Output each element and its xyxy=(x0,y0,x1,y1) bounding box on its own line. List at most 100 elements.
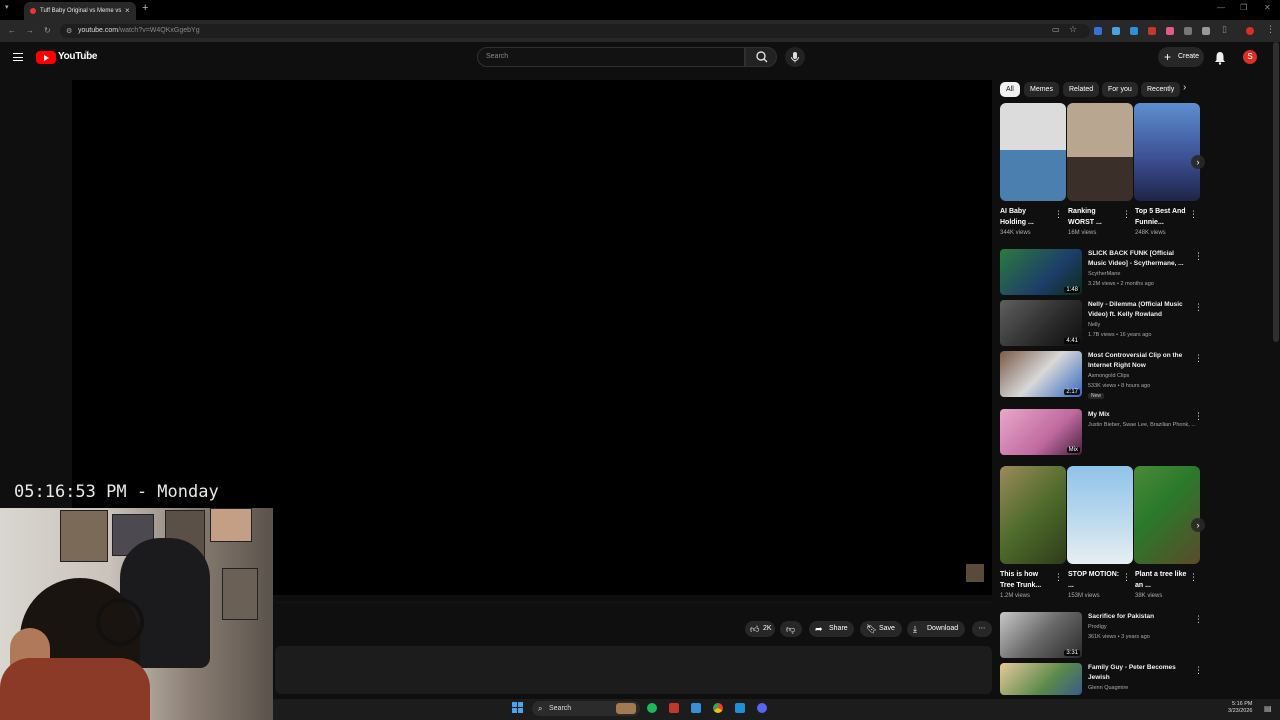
chip-recently[interactable]: Recently xyxy=(1141,82,1180,97)
forward-icon[interactable]: → xyxy=(26,26,34,35)
site-info-icon[interactable]: ⚙ xyxy=(66,27,72,35)
minimize-icon[interactable]: — xyxy=(1217,3,1225,12)
chrome-icon[interactable] xyxy=(713,703,723,713)
youtube-logo-text[interactable]: YouTube xyxy=(58,51,98,62)
shorts-next-icon[interactable]: › xyxy=(1191,518,1205,532)
short-title[interactable]: Top 5 Best And Funnie... xyxy=(1135,206,1189,228)
taskbar-search[interactable]: ⌕ Search xyxy=(532,701,640,716)
video-menu-icon[interactable]: ⋮ xyxy=(1194,302,1203,313)
notification-center-icon[interactable]: ▤ xyxy=(1264,704,1272,713)
reload-icon[interactable]: ↻ xyxy=(44,26,51,35)
video-menu-icon[interactable]: ⋮ xyxy=(1194,353,1203,364)
bookmark-star-icon[interactable]: ☆ xyxy=(1069,24,1077,35)
browser-menu-icon[interactable]: ⋮ xyxy=(1266,24,1275,35)
video-channel[interactable]: Glenn Quagmire xyxy=(1088,685,1128,691)
account-avatar[interactable]: S xyxy=(1243,50,1257,64)
short-thumbnail[interactable] xyxy=(1000,103,1066,201)
url-text[interactable]: youtube.com/watch?v=W4QKxGgebYg xyxy=(78,24,200,38)
short-title[interactable]: Ranking WORST ... xyxy=(1068,206,1122,228)
short-menu-icon[interactable]: ⋮ xyxy=(1122,572,1131,583)
short-menu-icon[interactable]: ⋮ xyxy=(1054,572,1063,583)
video-thumbnail[interactable]: Mix xyxy=(1000,409,1082,455)
search-button[interactable] xyxy=(745,47,777,67)
dislike-button[interactable]: 👎︎ xyxy=(780,621,802,637)
search-input[interactable]: Search xyxy=(477,47,745,67)
tab-search-icon[interactable]: ▾ xyxy=(5,3,9,11)
short-thumbnail[interactable] xyxy=(1067,103,1133,201)
extension-icon[interactable] xyxy=(1166,27,1174,35)
video-thumbnail[interactable]: 1:48 xyxy=(1000,249,1082,295)
more-actions-button[interactable]: ⋯ xyxy=(972,621,992,637)
short-title[interactable]: AI Baby Holding ... xyxy=(1000,206,1054,228)
chip-memes[interactable]: Memes xyxy=(1024,82,1059,97)
short-thumbnail[interactable] xyxy=(1000,466,1066,564)
menu-icon[interactable] xyxy=(13,53,23,64)
spotify-icon[interactable] xyxy=(647,703,657,713)
sidebar-icon[interactable]: ▯ xyxy=(1222,24,1227,35)
video-thumbnail[interactable] xyxy=(1000,663,1082,695)
video-title[interactable]: SLICK BACK FUNK [Official Music Video] -… xyxy=(1088,249,1188,269)
channel-watermark[interactable] xyxy=(966,564,984,582)
chip-related[interactable]: Related xyxy=(1063,82,1100,97)
video-menu-icon[interactable]: ⋮ xyxy=(1194,614,1203,625)
new-tab-button[interactable]: + xyxy=(142,2,148,14)
download-button[interactable]: ⤓ Download xyxy=(907,621,965,637)
cast-icon[interactable]: ▭ xyxy=(1052,25,1060,34)
short-menu-icon[interactable]: ⋮ xyxy=(1122,209,1131,220)
extensions-puzzle-icon[interactable] xyxy=(1202,27,1210,35)
steam-icon[interactable] xyxy=(735,703,745,713)
video-channel[interactable]: ScytherMane xyxy=(1088,271,1120,277)
chip-for-you[interactable]: For you xyxy=(1102,82,1138,97)
windows-start-icon[interactable] xyxy=(512,702,523,713)
video-thumbnail[interactable]: 2:17 xyxy=(1000,351,1082,397)
close-tab-icon[interactable]: × xyxy=(125,2,130,20)
video-channel[interactable]: Nelly xyxy=(1088,322,1100,328)
video-thumbnail[interactable]: 4:41 xyxy=(1000,300,1082,346)
video-title[interactable]: Most Controversial Clip on the Internet … xyxy=(1088,351,1188,371)
chip-all[interactable]: All xyxy=(1000,82,1020,97)
extension-icon[interactable] xyxy=(1184,27,1192,35)
video-title[interactable]: My Mix xyxy=(1088,410,1188,420)
notifications-button[interactable] xyxy=(1214,51,1226,70)
voice-search-button[interactable] xyxy=(785,47,805,67)
save-button[interactable]: 🔖︎ Save xyxy=(860,621,902,637)
video-menu-icon[interactable]: ⋮ xyxy=(1194,411,1203,422)
restore-icon[interactable]: ❐ xyxy=(1240,3,1247,12)
address-bar[interactable] xyxy=(60,24,1090,38)
like-button[interactable]: 👍︎ 2K xyxy=(745,621,775,637)
short-menu-icon[interactable]: ⋮ xyxy=(1189,572,1198,583)
chips-next-icon[interactable]: › xyxy=(1183,82,1186,93)
youtube-logo-icon[interactable] xyxy=(36,51,56,64)
short-menu-icon[interactable]: ⋮ xyxy=(1189,209,1198,220)
create-button[interactable]: + Create xyxy=(1158,47,1204,67)
file-explorer-icon[interactable] xyxy=(691,703,701,713)
video-thumbnail[interactable]: 3:31 xyxy=(1000,612,1082,658)
extension-icon[interactable] xyxy=(1148,27,1156,35)
description-box[interactable] xyxy=(275,646,992,694)
video-channel[interactable]: Asmongold Clips xyxy=(1088,373,1129,379)
discord-icon[interactable] xyxy=(757,703,767,713)
extension-icon[interactable] xyxy=(1094,27,1102,35)
extension-icon[interactable] xyxy=(1130,27,1138,35)
video-title[interactable]: Family Guy - Peter Becomes Jewish xyxy=(1088,663,1188,683)
video-channel[interactable]: Prodigy xyxy=(1088,624,1107,630)
short-title[interactable]: This is how Tree Trunk... xyxy=(1000,569,1054,591)
short-title[interactable]: STOP MOTION: ... xyxy=(1068,569,1122,591)
short-thumbnail[interactable] xyxy=(1134,466,1200,564)
app-icon[interactable] xyxy=(669,703,679,713)
video-title[interactable]: Nelly - Dilemma (Official Music Video) f… xyxy=(1088,300,1188,320)
page-scrollbar[interactable] xyxy=(1273,42,1279,342)
shorts-next-icon[interactable]: › xyxy=(1191,155,1205,169)
extension-icon[interactable] xyxy=(1112,27,1120,35)
profile-icon[interactable] xyxy=(1246,27,1254,35)
close-window-icon[interactable]: ✕ xyxy=(1264,3,1271,12)
short-thumbnail[interactable] xyxy=(1134,103,1200,201)
short-thumbnail[interactable] xyxy=(1067,466,1133,564)
back-icon[interactable]: ← xyxy=(8,26,16,35)
short-title[interactable]: Plant a tree like an ... xyxy=(1135,569,1189,591)
video-menu-icon[interactable]: ⋮ xyxy=(1194,251,1203,262)
video-menu-icon[interactable]: ⋮ xyxy=(1194,665,1203,676)
share-button[interactable]: ➦ Share xyxy=(809,621,854,637)
system-clock[interactable]: 5:16 PM 3/23/2026 xyxy=(1228,701,1252,715)
browser-tab[interactable]: Tuff Baby Original vs Meme vs × xyxy=(24,2,136,20)
